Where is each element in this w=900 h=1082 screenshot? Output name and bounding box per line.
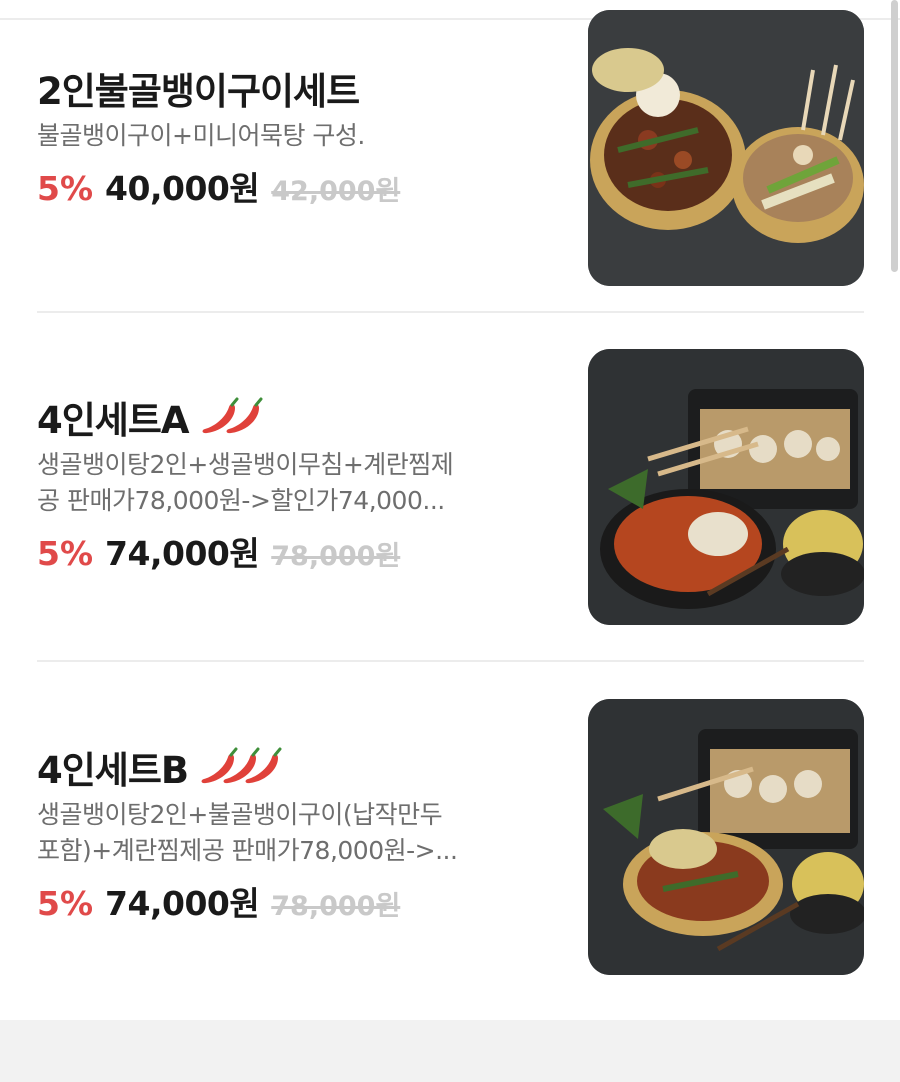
menu-item-title: 4인세트A [37, 399, 189, 442]
menu-item-description: 생골뱅이탕2인+생골뱅이무침+계란찜제 공 판매가78,000원->할인가74,… [37, 447, 547, 519]
row-divider [37, 311, 864, 313]
title-row: 2인불골뱅이구이세트 [37, 64, 547, 113]
row-divider [37, 660, 864, 662]
discount-rate: 5% [37, 534, 94, 573]
title-row: 4인세트B [37, 743, 547, 792]
food-photo-icon[interactable] [588, 699, 864, 975]
menu-item-text: 4인세트B 생골뱅이탕2인+불골뱅이구이(납작만두 포함)+계란찜제공 판매가7… [37, 743, 547, 925]
original-price: 42,000원 [271, 176, 401, 207]
price-row: 5% 40,000원 42,000원 [37, 162, 547, 210]
menu-item-text: 2인불골뱅이구이세트 불골뱅이구이+미니어묵탕 구성. 5% 40,000원 4… [37, 64, 547, 210]
price-row: 5% 74,000원 78,000원 [37, 527, 547, 575]
menu-item-title: 2인불골뱅이구이세트 [37, 70, 360, 113]
original-price: 78,000원 [271, 541, 401, 572]
food-photo-icon[interactable] [588, 10, 864, 286]
sale-price: 40,000원 [105, 169, 260, 208]
description-line-1: 생골뱅이탕2인+생골뱅이무침+계란찜제 [37, 450, 454, 479]
sale-price: 74,000원 [105, 534, 260, 573]
discount-rate: 5% [37, 884, 94, 923]
description-line-2: 공 판매가78,000원->할인가74,000... [37, 486, 445, 515]
section-separator [0, 1020, 900, 1082]
price-row: 5% 74,000원 78,000원 [37, 877, 547, 925]
menu-item-title: 4인세트B [37, 749, 189, 792]
discount-rate: 5% [37, 169, 94, 208]
menu-item-1[interactable]: 2인불골뱅이구이세트 불골뱅이구이+미니어묵탕 구성. 5% 40,000원 4… [37, 10, 864, 286]
menu-item-text: 4인세트A 생골뱅이탕2인+생골뱅이무침+계란찜제 공 판매가78,000원->… [37, 393, 547, 575]
spicy-pepper-icon [198, 747, 290, 787]
scrollbar[interactable] [891, 0, 898, 272]
spicy-pepper-icon [199, 397, 269, 437]
original-price: 78,000원 [271, 891, 401, 922]
menu-item-3[interactable]: 4인세트B 생골뱅이탕2인+불골뱅이구이(납작만두 포함)+계란찜제공 판매가7… [37, 699, 864, 975]
menu-item-description: 불골뱅이구이+미니어묵탕 구성. [37, 121, 365, 150]
description-line-1: 생골뱅이탕2인+불골뱅이구이(납작만두 [37, 800, 443, 829]
sale-price: 74,000원 [105, 884, 260, 923]
description-line-2: 포함)+계란찜제공 판매가78,000원->... [37, 836, 458, 865]
food-photo-icon[interactable] [588, 349, 864, 625]
pepper-icon [202, 397, 238, 434]
title-row: 4인세트A [37, 393, 547, 442]
menu-item-description: 생골뱅이탕2인+불골뱅이구이(납작만두 포함)+계란찜제공 판매가78,000원… [37, 797, 547, 869]
menu-item-2[interactable]: 4인세트A 생골뱅이탕2인+생골뱅이무침+계란찜제 공 판매가78,000원->… [37, 349, 864, 625]
